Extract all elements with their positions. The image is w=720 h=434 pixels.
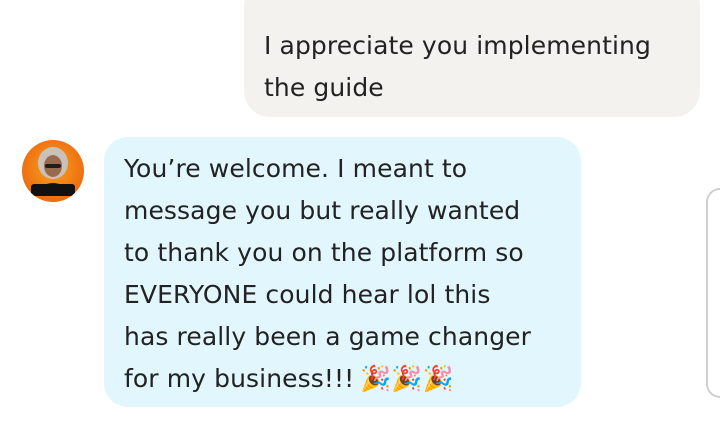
avatar-badge bbox=[31, 184, 75, 196]
party-popper-icon: 🎉🎉🎉 bbox=[360, 364, 454, 393]
received-message-line: You’re welcome. I meant to bbox=[124, 154, 468, 183]
received-message-line: message you but really wanted bbox=[124, 196, 521, 225]
sent-message-line: the guide bbox=[264, 73, 384, 102]
received-message-line: EVERYONE could hear lol this bbox=[124, 280, 491, 309]
sent-message-line: I appreciate you implementing bbox=[264, 31, 651, 60]
sent-message-bubble: I appreciate you implementing the guide bbox=[244, 0, 700, 117]
received-message-line: for my business!!! 🎉🎉🎉 bbox=[124, 358, 567, 400]
received-message-bubble: You’re welcome. I meant to message you b… bbox=[104, 137, 581, 407]
avatar[interactable] bbox=[22, 140, 84, 202]
received-message-line: has really been a game changer bbox=[124, 322, 532, 351]
received-message-line: to thank you on the platform so bbox=[124, 238, 524, 267]
scrollbar-edge[interactable] bbox=[706, 188, 720, 398]
received-message-text: for my business!!! bbox=[124, 364, 355, 393]
